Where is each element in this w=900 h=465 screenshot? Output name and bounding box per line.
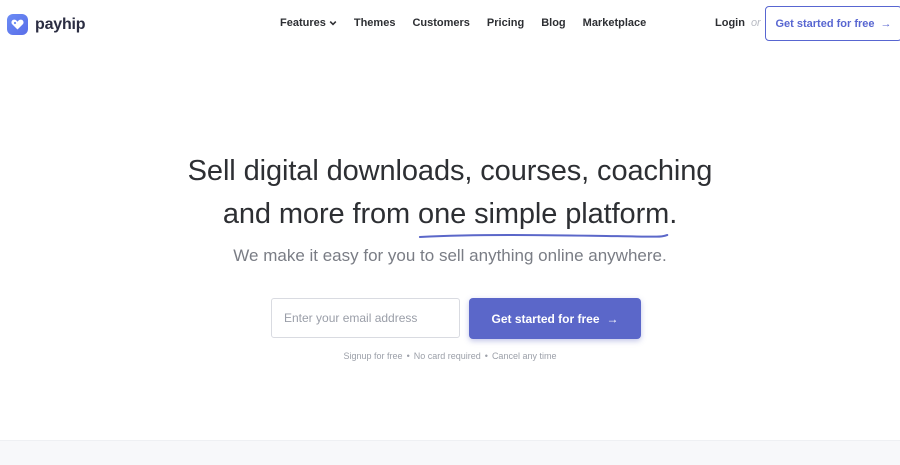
nav-features[interactable]: Features [280, 17, 337, 29]
header-get-started-button[interactable]: Get started for free → [765, 6, 900, 41]
signup-fineprint: Signup for free • No card required • Cancel … [0, 351, 900, 361]
nav-pricing[interactable]: Pricing [487, 17, 524, 29]
squiggle-underline [418, 234, 669, 238]
email-input[interactable] [271, 298, 460, 338]
hero-cta-label: Get started for free [491, 311, 600, 326]
hero-subtitle: We make it easy for you to sell anything… [233, 246, 667, 265]
arrow-right-icon: → [606, 311, 619, 326]
hero-title-line2-suffix: . [669, 198, 678, 230]
fineprint-item: Signup for free [343, 351, 403, 361]
hero-title-highlight-text: one simple platform [418, 198, 670, 230]
heart-tag-icon [7, 14, 28, 35]
nav-themes[interactable]: Themes [354, 17, 396, 29]
hero-title: Sell digital downloads, courses, coachin… [0, 150, 900, 238]
hero-title-line2-prefix: and more from [222, 198, 419, 230]
login-area: Login or [715, 17, 761, 29]
nav-marketplace[interactable]: Marketplace [583, 17, 647, 29]
next-section-band [0, 440, 900, 465]
fineprint-item: Cancel any time [491, 351, 557, 361]
bullet-separator: • [406, 351, 410, 361]
hero-title-highlight: one simple platform [418, 193, 670, 238]
arrow-right-icon: → [880, 17, 892, 30]
login-link[interactable]: Login [715, 17, 745, 29]
nav-blog[interactable]: Blog [541, 17, 565, 29]
chevron-down-icon [329, 21, 337, 26]
hero-get-started-button[interactable]: Get started for free → [469, 298, 641, 339]
brand-name: payhip [35, 15, 86, 33]
bullet-separator: • [484, 351, 488, 361]
payhip-logo[interactable]: payhip [7, 14, 86, 35]
hero-title-line1: Sell digital downloads, courses, coachin… [187, 155, 713, 187]
main-nav: Features Themes Customers Pricing Blog M… [280, 17, 646, 29]
nav-customers[interactable]: Customers [412, 17, 469, 29]
fineprint-item: No card required [413, 351, 481, 361]
nav-features-label: Features [280, 17, 326, 29]
site-header: payhip Features Themes Customers Pricing… [0, 0, 900, 48]
header-cta-label: Get started for free [775, 17, 875, 30]
or-separator: or [750, 17, 761, 29]
